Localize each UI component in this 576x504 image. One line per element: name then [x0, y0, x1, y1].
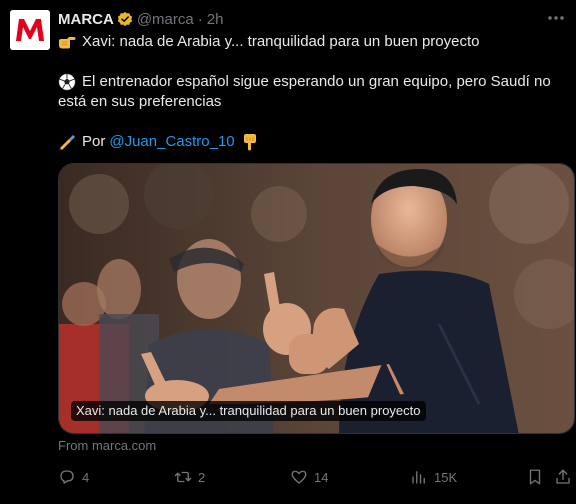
author-handle[interactable]: @marca	[137, 11, 194, 28]
reply-icon	[60, 470, 74, 484]
tweet-line-byline: Por @Juan_Castro_10	[58, 132, 566, 152]
link-source[interactable]: From marca.com	[58, 438, 156, 453]
writing-hand-icon	[59, 135, 75, 151]
like-count: 14	[314, 469, 329, 485]
body-text-line-2: está en sus preferencias	[58, 93, 222, 110]
reply-button[interactable]: 4	[58, 465, 89, 489]
avatar[interactable]	[10, 10, 50, 50]
heart-icon	[291, 470, 307, 484]
action-bar: 4 2 14 15K	[58, 465, 570, 489]
link-card-title: Xavi: nada de Arabia y... tranquilidad p…	[71, 401, 426, 421]
byline-prefix: Por	[82, 133, 106, 150]
views-button[interactable]: 15K	[410, 465, 457, 489]
bookmark-icon	[529, 469, 541, 485]
tweet-timestamp[interactable]: 2h	[207, 11, 224, 28]
backhand-index-pointing-right-icon	[59, 37, 76, 49]
link-card-image[interactable]: Xavi: nada de Arabia y... tranquilidad p…	[58, 163, 575, 434]
tweet-header: MARCA @marca · 2h	[58, 10, 223, 28]
header-separator: ·	[197, 10, 203, 28]
retweet-icon	[174, 471, 192, 483]
views-icon	[412, 471, 425, 484]
more-icon	[548, 16, 564, 20]
soccer-ball-icon	[58, 73, 76, 91]
like-button[interactable]: 14	[290, 465, 328, 489]
xavi-photo	[59, 164, 574, 433]
author-name[interactable]: MARCA	[58, 11, 114, 28]
tweet-line-headline: Xavi: nada de Arabia y... tranquilidad p…	[58, 32, 566, 52]
author-mention-link[interactable]: @Juan_Castro_10	[109, 132, 234, 152]
retweet-button[interactable]: 2	[174, 465, 205, 489]
retweet-count: 2	[198, 469, 206, 485]
tweet-text: Xavi: nada de Arabia y... tranquilidad p…	[58, 32, 566, 152]
marca-logo-icon	[10, 10, 50, 50]
share-button[interactable]	[554, 465, 572, 489]
more-options-button[interactable]	[544, 8, 568, 28]
tweet-line-body: El entrenador español sigue esperando un…	[58, 72, 566, 92]
tweet-card[interactable]: MARCA @marca · 2h Xavi: nada de Arabia y…	[0, 0, 576, 504]
share-icon	[556, 469, 570, 484]
bookmark-button[interactable]	[526, 465, 544, 489]
verified-badge-icon[interactable]	[117, 11, 133, 27]
reply-count: 4	[82, 469, 90, 485]
headline-text: Xavi: nada de Arabia y... tranquilidad p…	[82, 33, 480, 50]
views-count: 15K	[434, 469, 458, 485]
body-text-line-1: El entrenador español sigue esperando un…	[82, 73, 551, 90]
backhand-index-pointing-down-icon	[243, 134, 256, 151]
tweet-line-body-cont: está en sus preferencias	[58, 92, 566, 112]
